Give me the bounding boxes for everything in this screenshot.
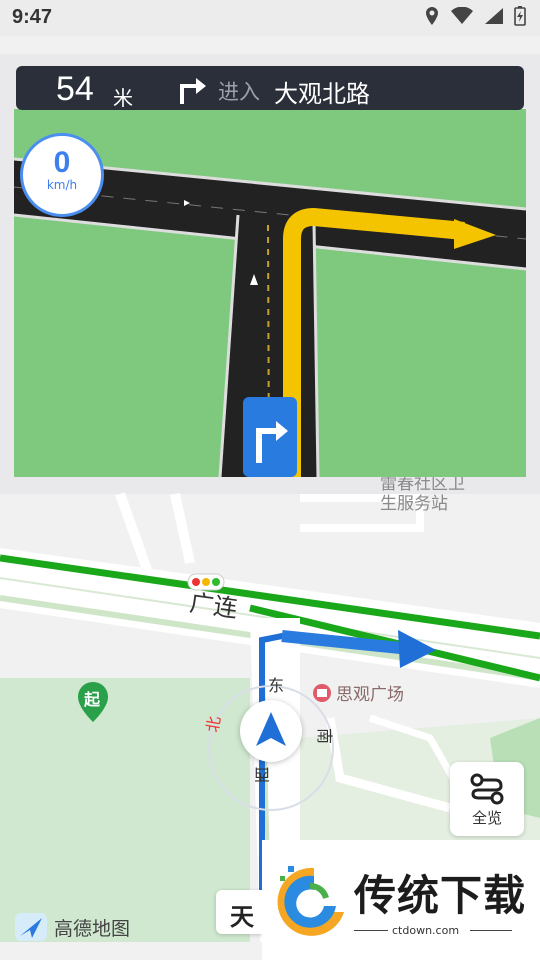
location-icon bbox=[426, 7, 438, 25]
overview-button[interactable]: 全览 bbox=[450, 762, 524, 836]
map-label-plaza[interactable]: 思观广场 bbox=[312, 680, 404, 705]
poi-service-line2: 生服务站 bbox=[380, 494, 448, 514]
turn-right-icon bbox=[180, 78, 206, 104]
instruction-text: 进入 bbox=[218, 80, 260, 104]
amap-logo: 高德地图 bbox=[14, 912, 130, 942]
battery-charging-icon bbox=[514, 6, 526, 26]
map-label-service-station[interactable]: 雷春社区卫 生服务站 bbox=[356, 474, 465, 514]
speed-value: 0 bbox=[53, 146, 71, 179]
overview-label: 全览 bbox=[471, 809, 502, 827]
compass-east: 东 bbox=[268, 676, 285, 695]
road-name: 大观北路 bbox=[274, 80, 370, 108]
amap-logo-text: 高德地图 bbox=[54, 917, 131, 940]
current-road-text: 天 bbox=[230, 903, 254, 931]
status-bar: 9:47 bbox=[0, 0, 540, 36]
status-time: 9:47 bbox=[12, 6, 53, 28]
vehicle-position-icon bbox=[240, 700, 302, 762]
watermark-url: ctdown.com bbox=[392, 924, 460, 937]
compass-west: 西 bbox=[254, 765, 271, 784]
watermark-divider-left bbox=[354, 930, 388, 931]
distance-value: 54 bbox=[56, 70, 94, 108]
watermark-divider-right bbox=[470, 930, 512, 931]
watermark: 传统下载 ctdown.com bbox=[262, 840, 540, 960]
compass-south: 南 bbox=[315, 727, 335, 745]
poi-plaza-label: 思观广场 bbox=[336, 685, 404, 705]
wifi-icon bbox=[451, 7, 473, 24]
signal-icon bbox=[485, 8, 503, 24]
speed-unit: km/h bbox=[46, 178, 78, 192]
speedometer: 0 km/h bbox=[20, 133, 104, 217]
poi-service-line1: 雷春社区卫 bbox=[380, 474, 465, 494]
map-label-road: 广连 bbox=[187, 588, 240, 624]
amap-logo-icon bbox=[15, 913, 47, 941]
guidance-banner[interactable]: 54 米 进入 大观北路 bbox=[16, 66, 524, 110]
start-marker[interactable]: 起 bbox=[76, 680, 110, 724]
route-overview-icon bbox=[470, 773, 504, 805]
watermark-title: 传统下载 bbox=[354, 871, 527, 920]
plaza-pin-icon bbox=[313, 683, 331, 702]
start-marker-label: 起 bbox=[84, 690, 101, 709]
watermark-logo-icon bbox=[277, 866, 344, 936]
distance-unit: 米 bbox=[113, 86, 133, 110]
status-icons bbox=[424, 6, 526, 26]
